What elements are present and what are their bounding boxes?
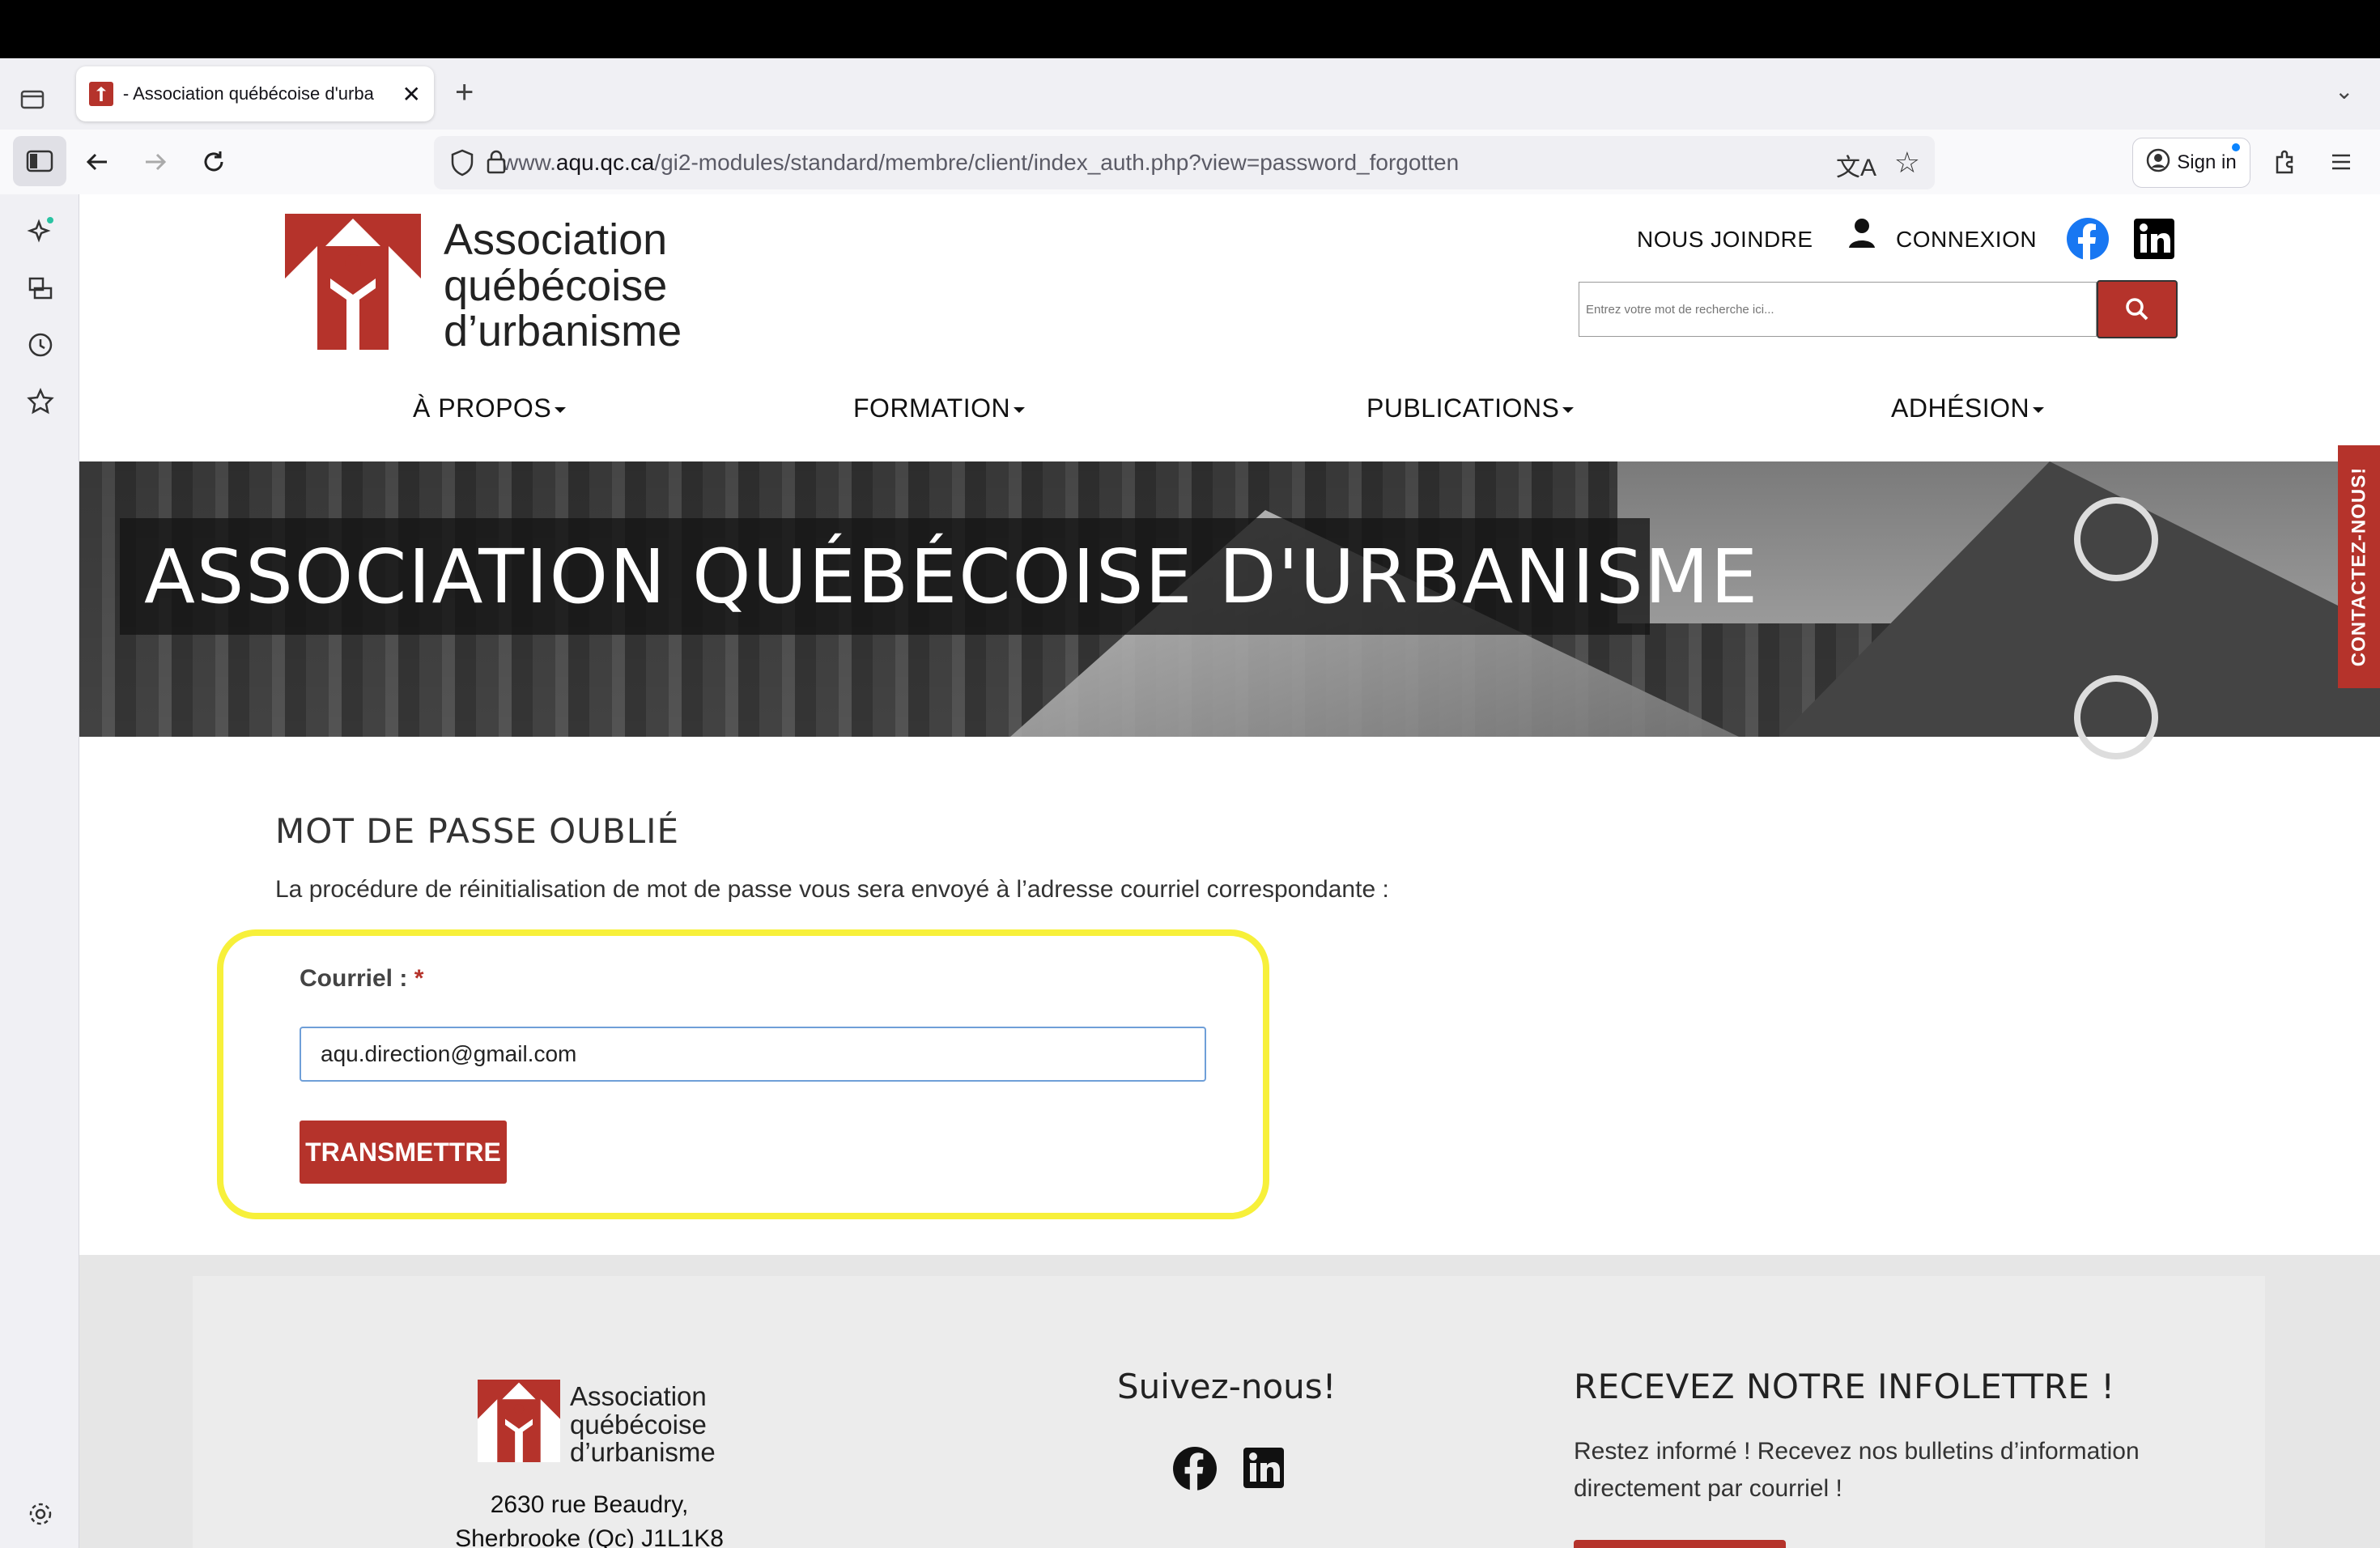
footer-address: 2630 rue Beaudry, Sherbrooke (Qc) J1L1K8: [419, 1488, 759, 1548]
sign-in-button[interactable]: Sign in: [2132, 138, 2250, 188]
sidebar-toggle-icon[interactable]: [13, 136, 66, 186]
hero-title: ASSOCIATION QUÉBÉCOISE D'URBANISME: [144, 533, 1760, 620]
caret-down-icon: [1562, 407, 1575, 414]
logo-mark-icon: [285, 214, 421, 350]
lock-icon[interactable]: [486, 149, 507, 179]
ai-sparkle-icon[interactable]: [21, 212, 60, 251]
caret-down-icon: [555, 407, 567, 414]
search-input-wrapper: [1579, 282, 2097, 337]
logo-line-2: québécoise: [444, 261, 668, 310]
logo-line-3: d’urbanisme: [444, 307, 682, 356]
hero-banner: ASSOCIATION QUÉBÉCOISE D'URBANISME: [79, 461, 2380, 759]
caret-down-icon: [1014, 407, 1026, 414]
site-logo[interactable]: Association québécoise d’urbanisme: [285, 214, 690, 356]
facebook-icon[interactable]: [2066, 217, 2110, 265]
synced-tabs-icon[interactable]: [21, 269, 60, 308]
chevron-down-icon[interactable]: ⌄: [2335, 78, 2353, 104]
address-bar[interactable]: www.aqu.qc.ca/gi2-modules/standard/membr…: [434, 136, 1935, 189]
linkedin-icon[interactable]: [2134, 219, 2174, 263]
hero-round-window: [2074, 497, 2158, 581]
close-tab-icon[interactable]: ✕: [402, 81, 421, 108]
tab-title: - Association québécoise d'urba: [122, 83, 374, 104]
form-description: La procédure de réinitialisation de mot …: [275, 876, 1389, 903]
browser-tab[interactable]: - Association québécoise d'urba ✕: [76, 66, 434, 121]
menu-publications[interactable]: PUBLICATIONS: [1366, 393, 1575, 423]
follow-title: Suivez-nous!: [1117, 1367, 1337, 1406]
history-clock-icon[interactable]: [21, 325, 60, 364]
contact-link[interactable]: NOUS JOINDRE: [1637, 227, 1813, 253]
login-link[interactable]: CONNEXION: [1896, 227, 2037, 253]
footer-logo-line-2: québécoise: [570, 1409, 707, 1440]
footer-logo-mark-icon: [478, 1380, 560, 1462]
email-field[interactable]: [300, 1027, 1206, 1082]
page-title: MOT DE PASSE OUBLIÉ: [275, 811, 680, 851]
reload-icon[interactable]: [194, 142, 233, 181]
bookmark-star-icon[interactable]: ☆: [1894, 146, 1920, 180]
footer-logo-line-3: d’urbanisme: [570, 1437, 716, 1468]
extensions-icon[interactable]: [2265, 142, 2304, 181]
screen-top-bar: [0, 0, 2380, 58]
menu-formation[interactable]: FORMATION: [853, 393, 1026, 423]
web-page: Association québécoise d’urbanisme NOUS …: [79, 194, 2380, 1548]
search-icon: [2126, 298, 2148, 321]
newsletter-button[interactable]: [1574, 1540, 1786, 1548]
translate-icon[interactable]: 文A: [1836, 147, 1876, 183]
hero-round-window: [2074, 675, 2158, 759]
newsletter-text: Restez informé ! Recevez nos bulletins d…: [1574, 1438, 2140, 1502]
address-line-2: Sherbrooke (Qc) J1L1K8: [455, 1525, 724, 1548]
footer-logo[interactable]: Association québécoise d’urbanisme: [478, 1380, 785, 1469]
account-icon: [2146, 148, 2170, 178]
sign-in-label: Sign in: [2177, 151, 2237, 173]
user-icon: [1847, 217, 1876, 253]
logo-line-1: Association: [444, 215, 668, 264]
forward-arrow-icon[interactable]: [136, 142, 175, 181]
required-mark: *: [414, 965, 424, 992]
search-button[interactable]: [2097, 280, 2178, 338]
menu-a-propos[interactable]: À PROPOS: [413, 393, 567, 423]
caret-down-icon: [2033, 407, 2045, 414]
submit-button[interactable]: TRANSMETTRE: [300, 1121, 507, 1184]
settings-gear-icon[interactable]: [21, 1495, 60, 1533]
new-tab-icon[interactable]: +: [455, 74, 474, 110]
newsletter-title: RECEVEZ NOTRE INFOLETTRE !: [1574, 1367, 2115, 1406]
back-arrow-icon[interactable]: [78, 142, 117, 181]
footer-linkedin-icon[interactable]: [1243, 1448, 1284, 1492]
contact-us-tab[interactable]: CONTACTEZ-NOUS!: [2338, 445, 2380, 688]
bookmarks-star-icon[interactable]: [21, 382, 60, 421]
hero-title-box: ASSOCIATION QUÉBÉCOISE D'URBANISME: [120, 518, 1757, 635]
shield-icon[interactable]: [450, 149, 474, 181]
footer-facebook-icon[interactable]: [1172, 1446, 1218, 1495]
menu-icon[interactable]: [2322, 142, 2361, 181]
search-input[interactable]: [1579, 283, 2096, 336]
url-text[interactable]: www.aqu.qc.ca/gi2-modules/standard/membr…: [502, 150, 1459, 176]
email-label: Courriel : *: [300, 965, 424, 992]
browser-sidebar: [0, 194, 79, 1548]
address-line-1: 2630 rue Beaudry,: [490, 1491, 689, 1518]
notification-dot: [2232, 143, 2240, 151]
footer-logo-line-1: Association: [570, 1381, 707, 1411]
contact-us-label: CONTACTEZ-NOUS!: [2348, 466, 2369, 667]
tab-overview-icon[interactable]: [15, 81, 50, 117]
menu-adhesion[interactable]: ADHÉSION: [1891, 393, 2045, 423]
site-favicon-icon: [89, 82, 113, 106]
